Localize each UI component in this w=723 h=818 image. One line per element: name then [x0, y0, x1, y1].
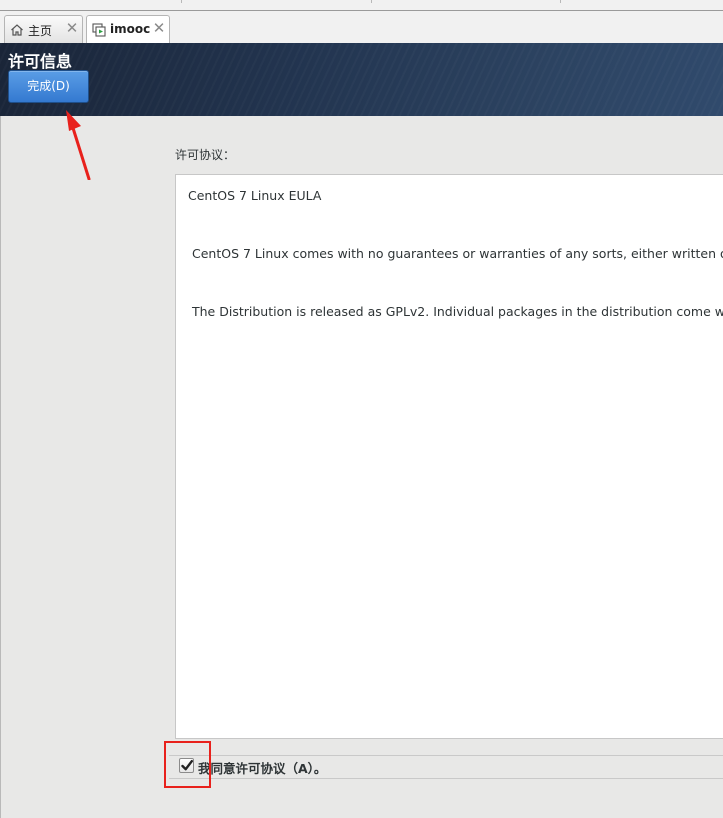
done-button[interactable]: 完成(D) [8, 70, 89, 103]
agree-checkbox-label[interactable]: 我同意许可协议（A）。 [198, 758, 326, 777]
tab-imooc-label: imooc [110, 22, 151, 36]
vm-icon [92, 23, 106, 37]
strip-border [0, 10, 723, 11]
annotation-highlight-box [164, 741, 211, 788]
annotation-arrow-icon [66, 110, 91, 180]
license-heading: CentOS 7 Linux EULA [188, 188, 322, 203]
license-paragraph: The Distribution is released as GPLv2. I… [192, 304, 723, 319]
host-tab-strip: 主页 ✕ imooc ✕ [0, 0, 723, 43]
page-title: 许可信息 [8, 52, 73, 71]
installer-header: 许可信息 完成(D) [0, 43, 723, 116]
strip-divider [560, 0, 561, 3]
strip-divider [371, 0, 372, 3]
home-icon [10, 23, 24, 37]
license-section-label: 许可协议： [175, 148, 236, 162]
tab-home-label: 主页 [28, 24, 53, 38]
close-icon[interactable]: ✕ [152, 20, 166, 36]
license-text-view[interactable]: CentOS 7 Linux EULA CentOS 7 Linux comes… [175, 174, 723, 739]
close-icon[interactable]: ✕ [65, 20, 79, 36]
left-divider [0, 116, 1, 818]
tab-imooc[interactable]: imooc ✕ [86, 15, 170, 43]
strip-divider [181, 0, 182, 3]
tab-home[interactable]: 主页 ✕ [4, 15, 83, 43]
license-paragraph: CentOS 7 Linux comes with no guarantees … [192, 246, 723, 261]
header-texture [0, 43, 723, 116]
